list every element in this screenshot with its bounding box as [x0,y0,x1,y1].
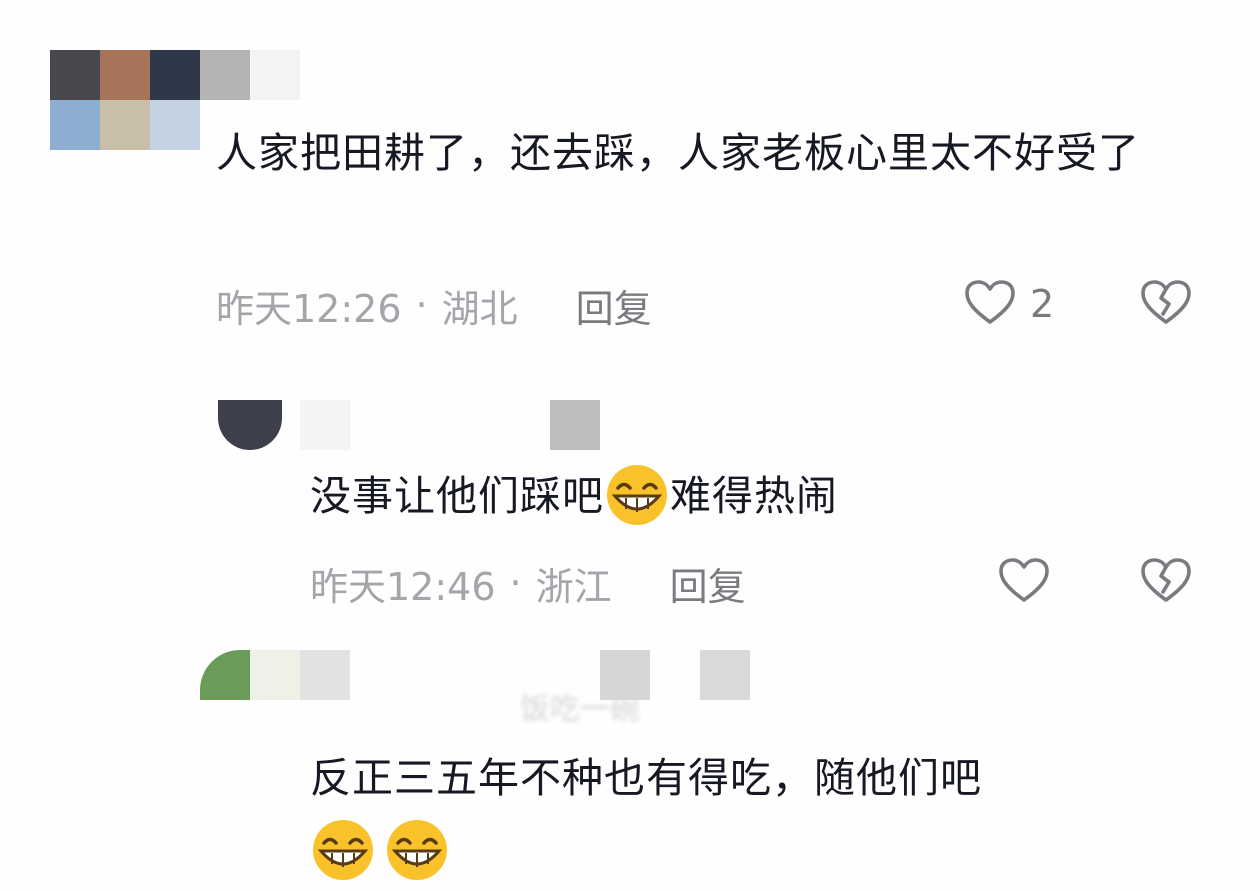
comment-list: 人家把田耕了，还去踩，人家老板心里太不好受了 昨天12:26 · 湖北 回复 2… [0,0,1260,891]
heart-outline-icon [965,280,1015,324]
meta-separator: · [415,283,428,327]
avatar-2[interactable] [200,400,600,450]
masked-username: 饭吃一碗 [520,692,640,727]
comment-meta-2: 昨天12:46 · 浙江 回复 [310,556,746,611]
comment-location: 湖北 [441,286,518,331]
comment-location: 浙江 [535,564,612,609]
comment-text-part: 没事让他们踩吧 [310,472,604,520]
comment-text-part: 难得热闹 [670,472,838,520]
comment-time: 昨天12:46 [310,564,496,609]
meta-separator: · [509,561,522,605]
avatar-3[interactable] [200,650,750,730]
comment-text-1: 人家把田耕了，还去踩，人家老板心里太不好受了 [216,129,1140,177]
broken-heart-icon [1141,280,1191,324]
heart-outline-icon [999,558,1049,602]
comment-time: 昨天12:26 [216,286,402,331]
reply-button[interactable]: 回复 [670,556,746,611]
grinning-face-emoji [604,462,670,528]
comment-text-2: 没事让他们踩吧 难得热闹 [310,463,1210,529]
broken-heart-icon [1141,558,1191,602]
reply-button[interactable]: 回复 [576,278,652,333]
dislike-button[interactable] [1138,554,1194,610]
like-count: 2 [1030,282,1055,326]
grinning-face-emoji [384,817,450,883]
comment-text-part: 反正三五年不种也有得吃，随他们吧 [310,754,982,802]
grinning-face-emoji [310,817,376,883]
like-button[interactable] [996,554,1052,610]
comment-text-3: 反正三五年不种也有得吃，随他们吧 [310,745,1210,883]
dislike-button[interactable] [1138,276,1194,332]
like-button[interactable]: 2 [962,276,1054,332]
comment-meta-1: 昨天12:26 · 湖北 回复 [216,278,652,333]
